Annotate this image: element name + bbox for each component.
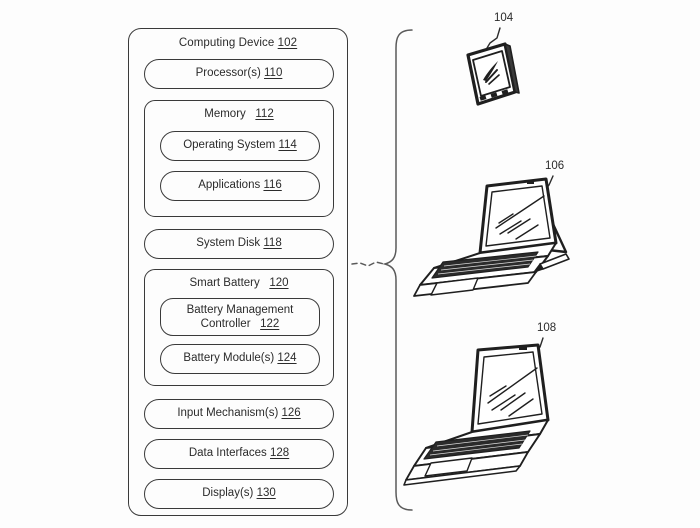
data-interfaces-label: Data Interfaces — [188, 447, 267, 460]
smartphone-side-edge — [504, 43, 520, 94]
laptop-lid — [470, 343, 550, 434]
memory-label: Memory — [204, 108, 246, 120]
laptop-hinge-deck — [425, 419, 549, 449]
input-mechanisms-ref: 126 — [281, 407, 301, 420]
computing-device-ref: 102 — [277, 37, 298, 49]
tablet-screen — [485, 185, 551, 247]
tablet-key-rows — [437, 255, 537, 275]
smartphone-button-left — [479, 95, 487, 101]
memory-group: Memory 112 Operating System 114 Applicat… — [144, 100, 334, 217]
smart-battery-label: Smart Battery — [189, 277, 260, 289]
laptop-ref-label: 108 — [537, 322, 557, 334]
data-interfaces-ref: 128 — [270, 447, 290, 460]
tablet-trackpad — [430, 277, 479, 296]
smart-battery-title: Smart Battery 120 — [145, 277, 333, 289]
processor-label: Processor(s) — [195, 67, 261, 80]
battery-management-controller-label-line1: Battery Management — [186, 303, 294, 316]
applications-ref: 116 — [263, 179, 282, 192]
tablet-keyboard-hinge — [433, 242, 557, 269]
battery-modules-label: Battery Module(s) — [183, 352, 275, 365]
smartphone-illustration — [466, 27, 520, 106]
memory-ref: 112 — [255, 108, 274, 120]
tablet-leader-line — [544, 175, 554, 191]
laptop-screen — [477, 351, 543, 425]
input-mechanisms-box: Input Mechanism(s) 126 — [144, 399, 334, 429]
laptop-front-lip — [403, 465, 521, 486]
memory-title: Memory 112 — [145, 108, 333, 120]
battery-management-controller-label-line2: Controller — [200, 318, 251, 330]
smartphone-screen — [472, 50, 511, 97]
patent-figure: Computing Device 102 Processor(s) 110 Me… — [0, 0, 700, 528]
smartphone-screen-swoosh-stroke-2 — [488, 74, 500, 85]
operating-system-label: Operating System — [183, 139, 276, 152]
tablet-ref-label: 106 — [545, 160, 565, 172]
smartphone-screen-swoosh — [483, 61, 498, 81]
brace-connector — [351, 29, 413, 511]
laptop-screen-reflections — [487, 367, 538, 417]
processor-ref: 110 — [264, 67, 283, 80]
processor-box: Processor(s) 110 — [144, 59, 334, 89]
smartphone-screen-swoosh-stroke — [485, 69, 498, 83]
battery-management-controller-box: Battery Management Controller 122 — [160, 298, 320, 336]
smartphone-button-center — [490, 92, 498, 98]
smart-battery-group: Smart Battery 120 Battery Management Con… — [144, 269, 334, 386]
stylus-tip — [533, 263, 544, 273]
smartphone-ref-label: 104 — [494, 12, 514, 24]
battery-modules-ref: 124 — [277, 352, 297, 365]
smart-battery-ref: 120 — [269, 277, 289, 289]
smartphone-body — [466, 42, 517, 106]
tablet-illustration — [413, 175, 570, 297]
operating-system-ref: 114 — [278, 139, 297, 152]
system-disk-ref: 118 — [263, 237, 282, 250]
data-interfaces-box: Data Interfaces 128 — [144, 439, 334, 469]
stylus-body — [539, 253, 570, 270]
laptop-illustration — [403, 337, 550, 486]
curly-brace — [382, 29, 413, 511]
laptop-keyboard-keys — [423, 430, 531, 460]
tablet-camera — [527, 180, 534, 184]
operating-system-box: Operating System 114 — [160, 131, 320, 161]
displays-ref: 130 — [256, 487, 276, 500]
tablet-stylus — [533, 253, 570, 273]
battery-modules-box: Battery Module(s) 124 — [160, 344, 320, 374]
system-disk-label: System Disk — [196, 237, 261, 250]
system-disk-box: System Disk 118 — [144, 229, 334, 259]
computing-device-block: Computing Device 102 Processor(s) 110 Me… — [128, 28, 348, 516]
tablet-keyboard-deck — [419, 255, 549, 286]
battery-management-controller-line2: Controller 122 — [201, 317, 280, 331]
displays-label: Display(s) — [202, 487, 254, 500]
laptop-trackpad — [424, 457, 473, 477]
laptop-keyboard-deck — [413, 433, 541, 467]
tablet-palmrest — [413, 271, 537, 297]
input-mechanisms-label: Input Mechanism(s) — [177, 407, 279, 420]
dashed-leader-line — [351, 261, 385, 267]
device-illustrations — [351, 27, 570, 511]
laptop-camera — [519, 346, 527, 350]
laptop-leader-line — [534, 337, 544, 353]
smartphone-button-right — [501, 89, 509, 95]
tablet-kickstand — [529, 195, 568, 254]
displays-box: Display(s) 130 — [144, 479, 334, 509]
smartphone-leader-line — [486, 27, 501, 49]
laptop-palmrest — [405, 451, 529, 481]
tablet-screen-reflections — [495, 195, 545, 240]
applications-box: Applications 116 — [160, 171, 320, 201]
battery-management-controller-ref: 122 — [260, 318, 280, 330]
computing-device-title: Computing Device 102 — [129, 37, 347, 49]
computing-device-title-text: Computing Device — [178, 37, 275, 49]
applications-label: Applications — [198, 179, 261, 192]
tablet-keyboard-keys — [431, 251, 539, 279]
tablet-screen-frame — [478, 177, 558, 255]
laptop-key-rows — [429, 434, 529, 456]
